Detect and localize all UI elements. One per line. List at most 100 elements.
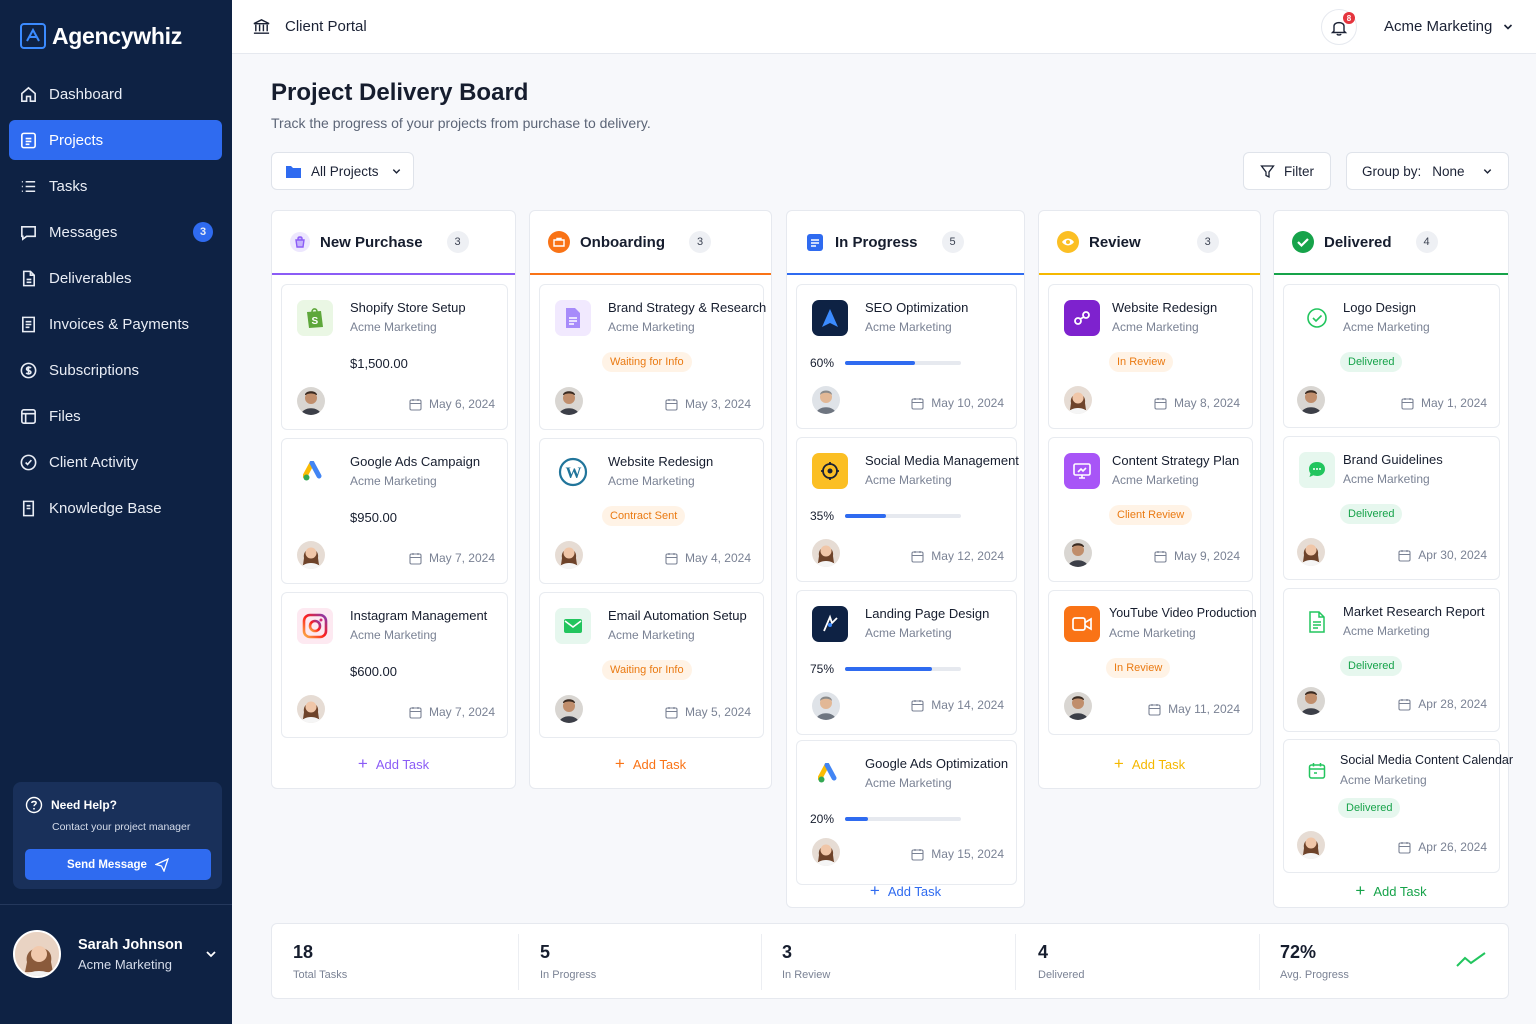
project-card[interactable]: Social Media Content Calendar Acme Marke…: [1283, 739, 1513, 873]
calendar-icon: [409, 706, 422, 719]
stats-bar: 18 Total Tasks 5 In Progress 3 In Review…: [271, 923, 1509, 999]
progress: 35%: [810, 509, 962, 523]
group-by-dropdown[interactable]: Group by: None: [1346, 152, 1509, 190]
notifications-button[interactable]: 8: [1321, 9, 1357, 45]
calendar-icon: [1398, 841, 1411, 854]
card-client: Acme Marketing: [608, 628, 695, 642]
send-message-button[interactable]: Send Message: [25, 849, 211, 880]
status-badge: In Review: [1109, 352, 1174, 372]
plus-icon: +: [1355, 881, 1366, 900]
project-card[interactable]: Instagram Management Acme Marketing $600…: [281, 592, 508, 738]
card-client: Acme Marketing: [1109, 626, 1196, 640]
card-client: Acme Marketing: [1343, 320, 1430, 334]
stat-divider: [1015, 934, 1016, 990]
add-task-button[interactable]: + Add Task: [1274, 881, 1508, 901]
project-card[interactable]: SEO Optimization Acme Marketing 60% May …: [796, 284, 1017, 429]
card-date: May 1, 2024: [1401, 396, 1487, 410]
card-price: $600.00: [350, 664, 397, 679]
avatar: [13, 930, 61, 978]
project-card[interactable]: Google Ads Optimization Acme Marketing 2…: [796, 740, 1017, 885]
chat-icon: [1299, 452, 1335, 488]
user-org: Acme Marketing: [78, 956, 172, 972]
sidebar-item-deliverables[interactable]: Deliverables: [9, 258, 222, 298]
sidebar-item-projects[interactable]: Projects: [9, 120, 222, 160]
account-switcher[interactable]: Acme Marketing: [1384, 18, 1514, 35]
project-card[interactable]: Content Strategy Plan Acme Marketing Cli…: [1048, 437, 1253, 582]
topbar: Client Portal 8 Acme Marketing: [232, 0, 1536, 54]
add-task-button[interactable]: + Add Task: [1039, 754, 1260, 774]
card-date: May 11, 2024: [1148, 702, 1240, 716]
calendar-icon: [911, 550, 924, 563]
column-in-progress: In Progress 5 SEO Optimization Acme Mark…: [786, 210, 1025, 908]
trend-up-icon: [1456, 952, 1486, 967]
avatar: [297, 541, 325, 569]
column-accent-line: [530, 273, 771, 275]
notifications-badge: 8: [1343, 12, 1355, 24]
project-card[interactable]: Brand Guidelines Acme Marketing Delivere…: [1283, 436, 1500, 580]
column-count: 3: [689, 231, 711, 253]
calendar-icon: [409, 552, 422, 565]
page-title: Project Delivery Board: [271, 79, 529, 106]
sidebar-item-label: Invoices & Payments: [49, 315, 190, 333]
sidebar-item-label: Dashboard: [49, 85, 123, 103]
card-date: Apr 30, 2024: [1398, 548, 1487, 562]
project-card[interactable]: Social Media Management Acme Marketing 3…: [796, 437, 1019, 582]
column-title: Onboarding: [580, 233, 665, 251]
sidebar-item-messages[interactable]: Messages 3: [9, 212, 222, 252]
sidebar-item-knowledge-base[interactable]: Knowledge Base: [9, 488, 222, 528]
card-title: Website Redesign: [1112, 300, 1218, 315]
user-name: Sarah Johnson: [78, 936, 183, 953]
card-title: Landing Page Design: [865, 606, 990, 621]
sidebar-item-label: Subscriptions: [49, 361, 140, 379]
card-date: Apr 26, 2024: [1398, 840, 1487, 854]
status-badge: Delivered: [1340, 656, 1403, 676]
document-icon: [555, 300, 591, 336]
calendar-icon: [665, 706, 678, 719]
sidebar-item-subscriptions[interactable]: Subscriptions: [9, 350, 222, 390]
sidebar-item-files[interactable]: Files: [9, 396, 222, 436]
sidebar-item-label: Client Activity: [49, 453, 139, 471]
add-task-button[interactable]: + Add Task: [530, 754, 771, 774]
card-client: Acme Marketing: [1340, 773, 1427, 787]
project-card[interactable]: Brand Strategy & Research Acme Marketing…: [539, 284, 766, 430]
progress-fill: [845, 667, 933, 671]
avatar: [555, 695, 583, 723]
user-profile[interactable]: Sarah Johnson Acme Marketing: [13, 930, 222, 978]
project-card[interactable]: S Shopify Store Setup Acme Marketing $1,…: [281, 284, 508, 430]
column-title: Review: [1089, 233, 1141, 251]
sidebar-item-tasks[interactable]: Tasks: [9, 166, 222, 206]
project-card[interactable]: Market Research Report Acme Marketing De…: [1283, 588, 1500, 732]
project-filter-dropdown[interactable]: All Projects: [271, 152, 414, 190]
chevron-down-icon[interactable]: [204, 947, 218, 961]
project-card[interactable]: Logo Design Acme Marketing Delivered May…: [1283, 284, 1500, 428]
app-logo[interactable]: Agencywhiz: [20, 20, 182, 52]
folder-icon: [286, 165, 301, 178]
project-card[interactable]: Email Automation Setup Acme Marketing Wa…: [539, 592, 764, 738]
messages-badge: 3: [193, 222, 213, 242]
add-task-button[interactable]: + Add Task: [787, 881, 1024, 901]
sidebar-item-invoices[interactable]: Invoices & Payments: [9, 304, 222, 344]
sidebar-item-dashboard[interactable]: Dashboard: [9, 74, 222, 114]
sidebar-item-client-activity[interactable]: Client Activity: [9, 442, 222, 482]
card-client: Acme Marketing: [350, 474, 437, 488]
project-card[interactable]: Website Redesign Acme Marketing In Revie…: [1048, 284, 1253, 429]
project-card[interactable]: YouTube Video Production Acme Marketing …: [1048, 590, 1257, 735]
project-card[interactable]: W Website Redesign Acme Marketing Contra…: [539, 438, 764, 584]
filter-button[interactable]: Filter: [1243, 152, 1331, 190]
card-date: May 8, 2024: [1154, 396, 1240, 410]
add-task-button[interactable]: + Add Task: [272, 754, 515, 774]
project-card[interactable]: Google Ads Campaign Acme Marketing $950.…: [281, 438, 508, 584]
card-title: Logo Design: [1343, 300, 1416, 315]
chevron-down-icon: [1504, 23, 1513, 30]
app-name: Agencywhiz: [52, 22, 182, 49]
column-review: Review 3 Website Redesign Acme Marketing…: [1038, 210, 1261, 789]
stat-divider: [1259, 934, 1260, 990]
avatar: [1297, 538, 1325, 566]
card-title: Google Ads Campaign: [350, 454, 481, 469]
seo-icon: [812, 300, 848, 336]
sidebar: Agencywhiz Dashboard Projects Tasks Mess…: [0, 0, 232, 1024]
project-card[interactable]: Landing Page Design Acme Marketing 75% M…: [796, 590, 1017, 735]
column-onboarding: Onboarding 3 Brand Strategy & Research A…: [529, 210, 772, 789]
column-count: 4: [1415, 231, 1438, 253]
progress-bar: [845, 361, 962, 365]
